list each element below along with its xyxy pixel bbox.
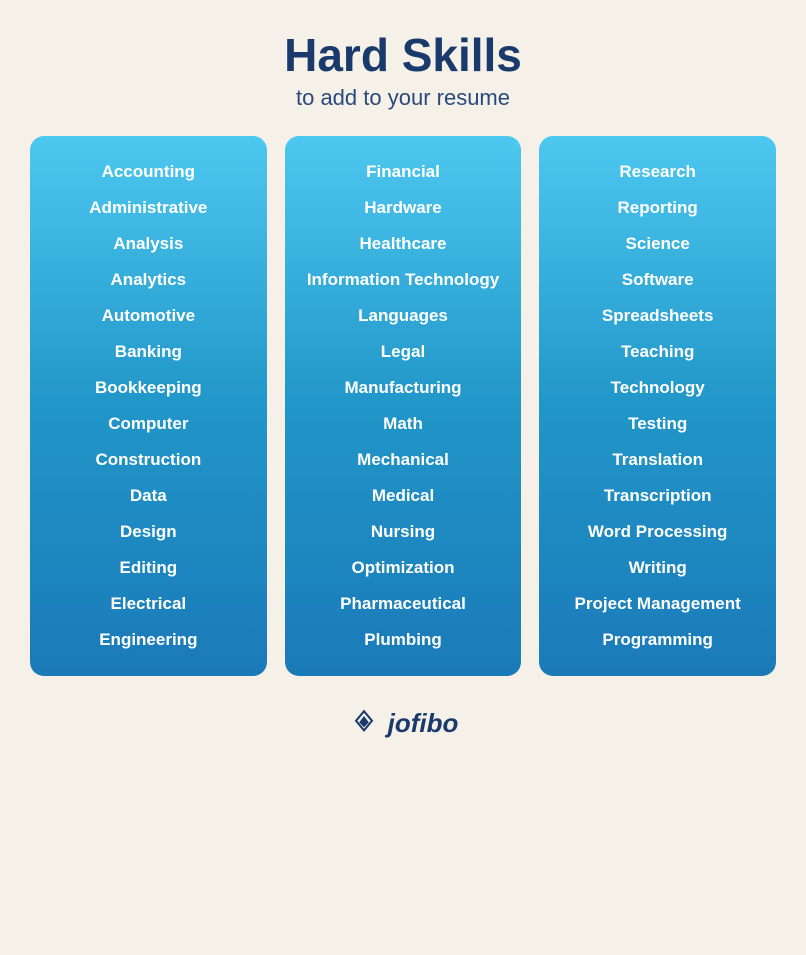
skill-item: Math	[297, 406, 510, 442]
skill-item: Software	[551, 262, 764, 298]
skill-item: Medical	[297, 478, 510, 514]
skill-item: Writing	[551, 550, 764, 586]
skill-item: Pharmaceutical	[297, 586, 510, 622]
skill-item: Reporting	[551, 190, 764, 226]
skill-item: Information Technology	[297, 262, 510, 298]
skill-item: Technology	[551, 370, 764, 406]
skill-item: Science	[551, 226, 764, 262]
skill-item: Construction	[42, 442, 255, 478]
skill-item: Engineering	[42, 622, 255, 658]
skill-item: Plumbing	[297, 622, 510, 658]
page-title: Hard Skills	[284, 30, 522, 81]
skill-item: Optimization	[297, 550, 510, 586]
skill-item: Teaching	[551, 334, 764, 370]
skill-item: Automotive	[42, 298, 255, 334]
skill-item: Editing	[42, 550, 255, 586]
skill-item: Mechanical	[297, 442, 510, 478]
skill-item: Hardware	[297, 190, 510, 226]
skill-item: Healthcare	[297, 226, 510, 262]
skill-item: Administrative	[42, 190, 255, 226]
skill-item: Analytics	[42, 262, 255, 298]
skills-column-3: ResearchReportingScienceSoftwareSpreadsh…	[539, 136, 776, 676]
skills-column-2: FinancialHardwareHealthcareInformation T…	[285, 136, 522, 676]
skill-item: Financial	[297, 154, 510, 190]
skill-item: Project Management	[551, 586, 764, 622]
skill-item: Manufacturing	[297, 370, 510, 406]
jofibo-logo-icon	[348, 708, 380, 740]
skills-columns: AccountingAdministrativeAnalysisAnalytic…	[30, 136, 776, 676]
skill-item: Research	[551, 154, 764, 190]
skill-item: Computer	[42, 406, 255, 442]
skill-item: Legal	[297, 334, 510, 370]
skill-item: Testing	[551, 406, 764, 442]
skill-item: Languages	[297, 298, 510, 334]
skills-column-1: AccountingAdministrativeAnalysisAnalytic…	[30, 136, 267, 676]
skill-item: Bookkeeping	[42, 370, 255, 406]
footer-brand-name: jofibo	[388, 708, 459, 739]
skill-item: Design	[42, 514, 255, 550]
skill-item: Word Processing	[551, 514, 764, 550]
skill-item: Data	[42, 478, 255, 514]
page-subtitle: to add to your resume	[284, 85, 522, 111]
skill-item: Transcription	[551, 478, 764, 514]
skill-item: Translation	[551, 442, 764, 478]
skill-item: Banking	[42, 334, 255, 370]
skill-item: Accounting	[42, 154, 255, 190]
skill-item: Analysis	[42, 226, 255, 262]
page-header: Hard Skills to add to your resume	[284, 20, 522, 111]
footer: jofibo	[348, 708, 459, 740]
skill-item: Electrical	[42, 586, 255, 622]
skill-item: Programming	[551, 622, 764, 658]
skill-item: Nursing	[297, 514, 510, 550]
skill-item: Spreadsheets	[551, 298, 764, 334]
